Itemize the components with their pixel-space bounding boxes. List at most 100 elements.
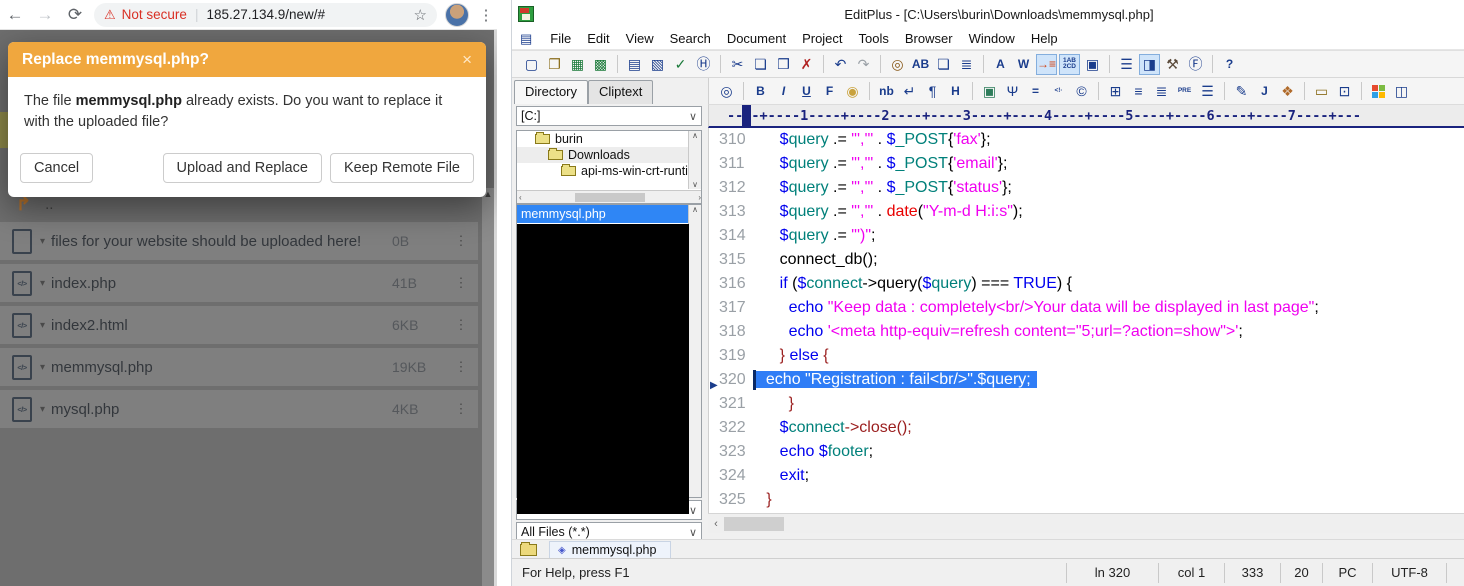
hex-view-button[interactable]: Ⓗ xyxy=(693,54,714,75)
tree-item[interactable]: api-ms-win-crt-runtim xyxy=(517,163,701,179)
forward-icon[interactable]: → xyxy=(30,5,60,25)
code-line-315[interactable]: 315 connect_db(); xyxy=(709,248,1464,272)
scroll-up-icon[interactable]: ∧ xyxy=(689,131,701,140)
image-button[interactable]: ▣ xyxy=(979,81,1000,102)
menu-view[interactable]: View xyxy=(618,29,662,48)
anchor-button[interactable]: Ψ xyxy=(1002,81,1023,102)
tree-item[interactable]: Downloads xyxy=(517,147,701,163)
layout-button[interactable]: ⊡ xyxy=(1334,81,1355,102)
new-folder-button[interactable]: ▭ xyxy=(1311,81,1332,102)
scrollbar-thumb[interactable] xyxy=(575,193,645,202)
file-name[interactable]: files for your website should be uploade… xyxy=(51,233,392,250)
context-help-button[interactable]: ? xyxy=(1219,54,1240,75)
file-name[interactable]: index2.html xyxy=(51,317,392,334)
code-line-319[interactable]: 319 } else { xyxy=(709,344,1464,368)
code-line-323[interactable]: 323 echo $footer; xyxy=(709,440,1464,464)
tree-item[interactable]: burin xyxy=(517,131,701,147)
cancel-button[interactable]: Cancel xyxy=(20,153,93,183)
line-numbers-button[interactable]: 1AB 2CD xyxy=(1059,54,1080,75)
align-center-button[interactable]: ≡ xyxy=(1128,81,1149,102)
code-line-313[interactable]: 313 $query .= "','" . date("Y-m-d H:i:s"… xyxy=(709,200,1464,224)
new-file-button[interactable]: ▢ xyxy=(521,54,542,75)
win-colors-button[interactable] xyxy=(1368,81,1389,102)
replace-button[interactable]: AB xyxy=(910,54,931,75)
file-name[interactable]: memmysql.php xyxy=(51,359,392,376)
menu-project[interactable]: Project xyxy=(794,29,850,48)
row-menu-icon[interactable]: ⋮ xyxy=(444,359,478,375)
auto-indent-button[interactable]: →≡ xyxy=(1036,54,1057,75)
scroll-down-icon[interactable]: ∨ xyxy=(689,180,701,189)
dialog-close-icon[interactable]: × xyxy=(462,50,472,70)
horizontal-rule-button[interactable]: = xyxy=(1025,81,1046,102)
editor-horizontal-scrollbar[interactable]: ‹ xyxy=(708,513,1464,533)
nbsp-button[interactable]: nb xyxy=(876,81,897,102)
align-right-button[interactable]: ≣ xyxy=(1151,81,1172,102)
menu-document[interactable]: Document xyxy=(719,29,794,48)
document-list-button[interactable]: ☰ xyxy=(1116,54,1137,75)
code-editor[interactable]: 310 $query .= "','" . $_POST{'fax'};311 … xyxy=(708,128,1464,513)
side-panel-button[interactable]: ◨ xyxy=(1139,54,1160,75)
scrollbar-thumb[interactable] xyxy=(724,517,784,531)
url-text[interactable]: 185.27.134.9/new/# xyxy=(206,7,409,22)
undo-button[interactable]: ↶ xyxy=(830,54,851,75)
chevron-down-icon[interactable]: ▾ xyxy=(40,278,45,289)
file-row[interactable]: </>▾index.php41B⋮ xyxy=(0,264,478,302)
paragraph-button[interactable]: ¶ xyxy=(922,81,943,102)
selected-file-row[interactable]: memmysql.php xyxy=(517,205,701,223)
file-row[interactable]: </>▾index2.html6KB⋮ xyxy=(0,306,478,344)
code-line-317[interactable]: 317 echo "Keep data : completely<br/>You… xyxy=(709,296,1464,320)
underline-button[interactable]: U xyxy=(796,81,817,102)
find-button[interactable]: ◎ xyxy=(887,54,908,75)
open-file-button[interactable]: ❐ xyxy=(544,54,565,75)
browser-menu-icon[interactable]: ⋮ xyxy=(475,6,497,24)
browser-preview-button[interactable]: ◎ xyxy=(716,81,737,102)
font-tag-button[interactable]: F xyxy=(819,81,840,102)
chevron-down-icon[interactable]: ▾ xyxy=(40,320,45,331)
profile-avatar[interactable] xyxy=(445,3,469,27)
menu-search[interactable]: Search xyxy=(662,29,719,48)
tree-vertical-scrollbar[interactable]: ∧∨ xyxy=(688,131,701,189)
frame-button[interactable]: ◫ xyxy=(1391,81,1412,102)
row-menu-icon[interactable]: ⋮ xyxy=(444,317,478,333)
copyright-button[interactable]: © xyxy=(1071,81,1092,102)
font-button[interactable]: A xyxy=(990,54,1011,75)
color-palette-button[interactable]: ◉ xyxy=(842,81,863,102)
scroll-left-icon[interactable]: ‹ xyxy=(519,193,522,202)
keep-remote-file-button[interactable]: Keep Remote File xyxy=(330,153,474,183)
file-row[interactable]: </>▾mysql.php4KB⋮ xyxy=(0,390,478,428)
menu-edit[interactable]: Edit xyxy=(579,29,617,48)
spell-check-button[interactable]: ✓ xyxy=(670,54,691,75)
title-bar[interactable]: EditPlus - [C:\Users\burin\Downloads\mem… xyxy=(512,0,1464,28)
upload-and-replace-button[interactable]: Upload and Replace xyxy=(163,153,322,183)
function-list-button[interactable]: Ⓕ xyxy=(1185,54,1206,75)
code-line-311[interactable]: 311 $query .= "','" . $_POST{'email'}; xyxy=(709,152,1464,176)
row-menu-icon[interactable]: ⋮ xyxy=(444,233,478,249)
code-line-314[interactable]: 314 $query .= "')"; xyxy=(709,224,1464,248)
tab-directory[interactable]: Directory xyxy=(514,80,588,104)
comment-button[interactable]: <!· xyxy=(1048,81,1069,102)
print-button[interactable]: ▧ xyxy=(647,54,668,75)
chevron-down-icon[interactable]: ▾ xyxy=(40,404,45,415)
tab-cliptext[interactable]: Cliptext xyxy=(588,80,653,104)
bold-button[interactable]: B xyxy=(750,81,771,102)
menu-help[interactable]: Help xyxy=(1023,29,1066,48)
javascript-button[interactable]: J xyxy=(1254,81,1275,102)
file-name[interactable]: index.php xyxy=(51,275,392,292)
address-bar[interactable]: ⚠ Not secure | 185.27.134.9/new/# ☆ xyxy=(94,3,437,27)
preformatted-button[interactable]: PRE xyxy=(1174,81,1195,102)
code-line-318[interactable]: 318 echo '<meta http-equiv=refresh conte… xyxy=(709,320,1464,344)
bookmark-star-icon[interactable]: ☆ xyxy=(414,6,427,24)
drive-select[interactable]: [C:] ∨ xyxy=(516,106,702,126)
menu-file[interactable]: File xyxy=(542,29,579,48)
code-line-325[interactable]: 325 } xyxy=(709,488,1464,512)
code-line-320[interactable]: ▶320 echo "Registration : fail<br/>".$qu… xyxy=(709,368,1464,392)
user-tools-button[interactable]: ⚒ xyxy=(1162,54,1183,75)
save-all-button[interactable]: ▩ xyxy=(590,54,611,75)
cut-button[interactable]: ✂ xyxy=(727,54,748,75)
line-break-button[interactable]: ↵ xyxy=(899,81,920,102)
back-icon[interactable]: ← xyxy=(0,5,30,25)
code-line-312[interactable]: 312 $query .= "','" . $_POST{'status'}; xyxy=(709,176,1464,200)
script-button[interactable]: ✎ xyxy=(1231,81,1252,102)
save-button[interactable]: ▦ xyxy=(567,54,588,75)
redo-button[interactable]: ↷ xyxy=(853,54,874,75)
